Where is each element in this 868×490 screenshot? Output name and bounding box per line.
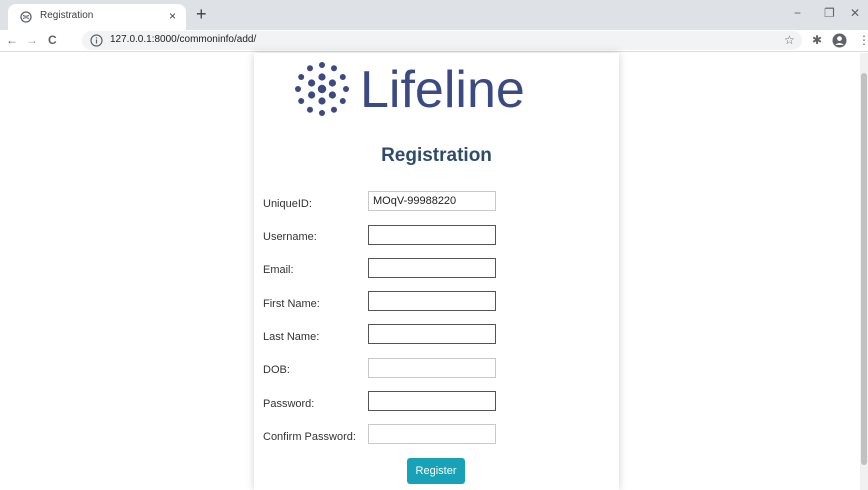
close-window-button[interactable]: ✕ [850, 6, 860, 20]
info-icon[interactable] [90, 34, 103, 47]
close-tab-icon[interactable]: × [169, 8, 176, 24]
new-tab-button[interactable]: + [196, 4, 207, 24]
email-label: Email: [263, 264, 294, 276]
username-input[interactable] [368, 225, 496, 245]
address-bar[interactable]: 127.0.0.1:8000/commoninfo/add/ [82, 31, 802, 50]
extensions-icon[interactable]: ✱ [812, 32, 822, 48]
uniqueid-label: UniqueID: [263, 198, 312, 210]
reload-icon[interactable]: C [48, 32, 57, 48]
tab-title: Registration [40, 10, 94, 21]
forward-arrow-icon[interactable]: → [26, 32, 38, 48]
page-title: Registration [381, 145, 492, 166]
browser-menu-icon[interactable]: ⋮ [858, 32, 868, 48]
page-scrollbar[interactable] [860, 53, 868, 490]
back-arrow-icon[interactable]: ← [6, 32, 18, 48]
confirm-password-input[interactable] [368, 424, 496, 444]
username-label: Username: [263, 231, 317, 243]
uniqueid-input[interactable] [368, 191, 496, 211]
globe-icon [20, 11, 32, 23]
confirm-password-label: Confirm Password: [263, 431, 356, 443]
scrollbar-thumb[interactable] [861, 73, 867, 465]
first-name-label: First Name: [263, 298, 320, 310]
lifeline-logo: Lifeline [295, 61, 525, 117]
logo-text: Lifeline [360, 61, 525, 117]
tab-strip: Registration × + − ❐ ✕ [0, 0, 868, 30]
first-name-input[interactable] [368, 291, 496, 311]
email-input[interactable] [368, 258, 496, 278]
minimize-button[interactable]: − [794, 6, 801, 20]
last-name-input[interactable] [368, 324, 496, 344]
restore-button[interactable]: ❐ [824, 6, 835, 20]
password-input[interactable] [368, 391, 496, 411]
url-text: 127.0.0.1:8000/commoninfo/add/ [110, 34, 257, 45]
dob-input[interactable] [368, 358, 496, 378]
bookmark-star-icon[interactable]: ☆ [784, 32, 795, 48]
last-name-label: Last Name: [263, 331, 320, 343]
profile-avatar-icon[interactable] [832, 33, 847, 48]
dob-label: DOB: [263, 364, 290, 376]
password-label: Password: [263, 398, 315, 410]
browser-toolbar: ← → C 127.0.0.1:8000/commoninfo/add/ ☆ ✱… [0, 30, 868, 52]
tab-registration[interactable]: Registration × [8, 4, 186, 30]
register-button[interactable]: Register [407, 458, 465, 484]
